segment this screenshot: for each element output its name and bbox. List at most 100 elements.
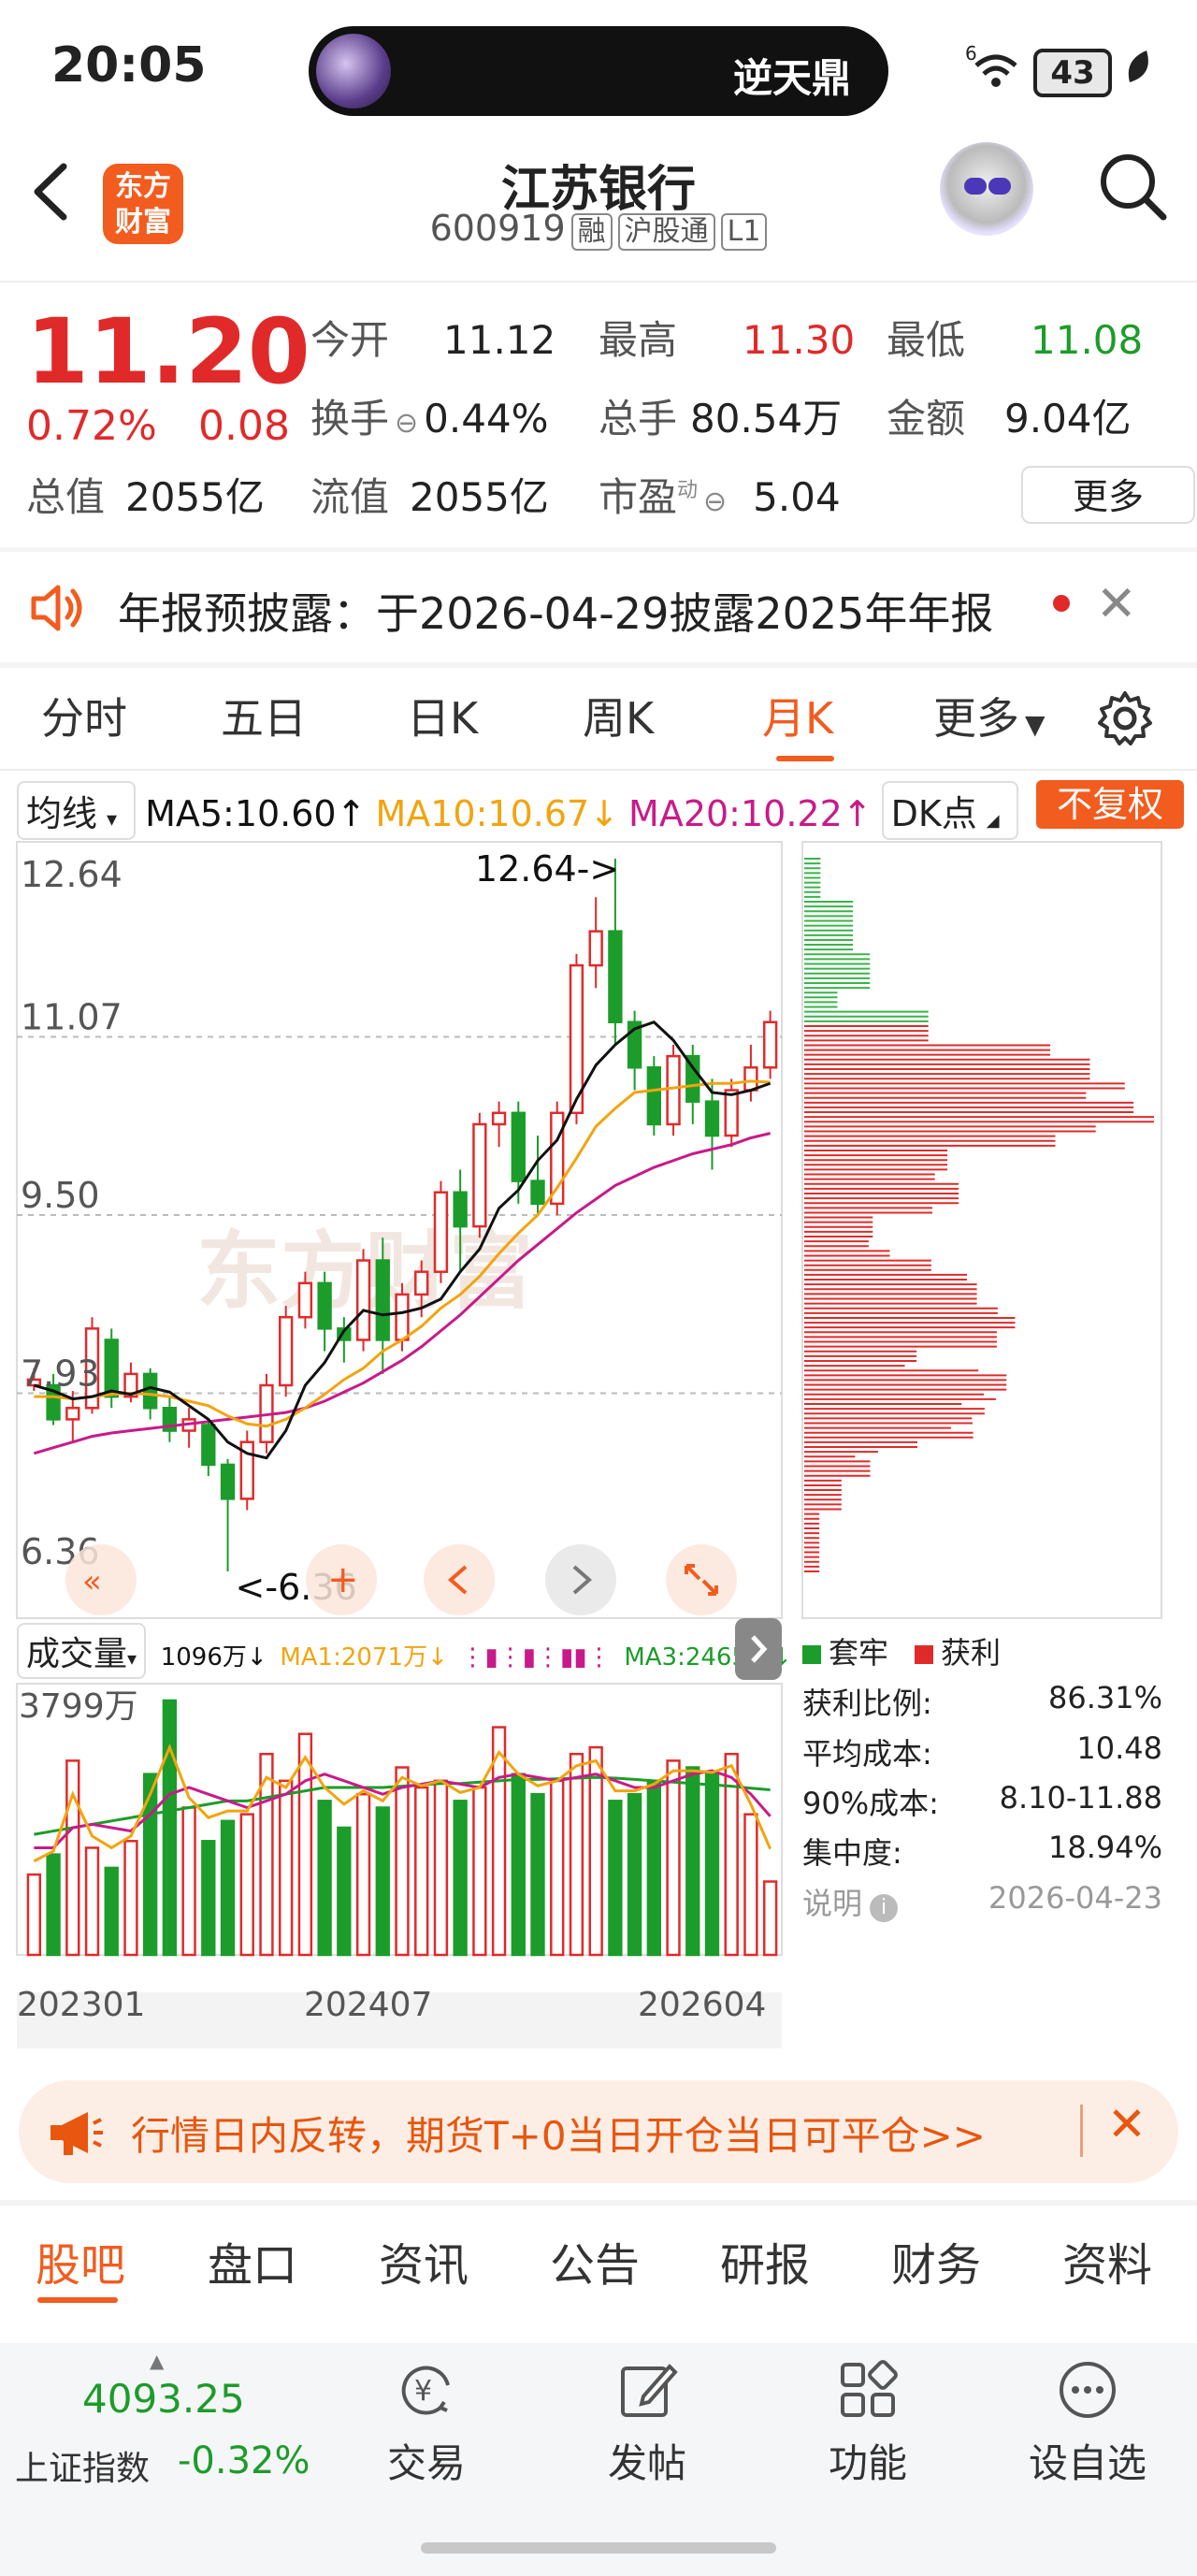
volume-bar [414, 1786, 429, 1957]
search-icon[interactable] [1096, 150, 1171, 224]
dk-point-selector[interactable]: DK点 ◢ [881, 781, 1018, 840]
chevron-right-icon [751, 1635, 768, 1663]
promo-text[interactable]: 行情日内反转，期货T+0当日开仓当日可平仓>> [131, 2105, 986, 2162]
tab-weekly-k[interactable]: 周K [583, 685, 654, 746]
index-name[interactable]: 上证指数 [15, 2441, 150, 2490]
candle-body [375, 1259, 390, 1341]
legend-expand-button[interactable] [735, 1618, 782, 1680]
zoom-out-control[interactable]: « [65, 1544, 137, 1615]
volume-bar [646, 1779, 662, 1957]
tab-daily-k[interactable]: 日K [407, 685, 478, 746]
yuan-exchange-icon[interactable]: ¥ [394, 2357, 459, 2423]
tab-more[interactable]: 更多 ▼ [933, 685, 1046, 746]
assistant-avatar[interactable] [940, 142, 1033, 236]
candle-body [297, 1281, 313, 1319]
candle-body [317, 1281, 332, 1330]
tab-announcements[interactable]: 公告 [550, 2228, 640, 2294]
price-axis-label: 11.07 [21, 997, 123, 1038]
indicator-selector[interactable]: 均线 ▾ [17, 781, 137, 840]
tab-orderbook[interactable]: 盘口 [208, 2228, 297, 2294]
volume-current: 1096万↓ [160, 1643, 267, 1672]
nav-post[interactable]: 发帖 [572, 2432, 722, 2489]
home-indicator[interactable] [421, 2542, 776, 2554]
nav-trade[interactable]: 交易 [352, 2432, 501, 2489]
price-axis-labels: 12.6411.079.507.936.36 [21, 854, 123, 1572]
more-quote-button[interactable]: 更多 [1021, 466, 1195, 524]
index-value[interactable]: 4093.25 [82, 2376, 245, 2422]
scroll-right-control[interactable] [545, 1544, 616, 1615]
tab-finance[interactable]: 财务 [891, 2228, 981, 2294]
candle-body [104, 1339, 119, 1398]
volume-bar [511, 1773, 526, 1957]
volume-bar [220, 1819, 236, 1957]
volume-max-label: 3799万 [19, 1687, 138, 1726]
volume-bar [201, 1840, 216, 1957]
tab-profile[interactable]: 资料 [1062, 2228, 1152, 2294]
volume-bars-layer [26, 1699, 778, 1957]
nav-functions[interactable]: 功能 [793, 2432, 943, 2489]
candle-body [743, 1066, 758, 1092]
volume-bar [317, 1800, 332, 1957]
volume-bar [26, 1873, 42, 1957]
volume-indicator-selector[interactable]: 成交量▾ [17, 1623, 147, 1679]
volume-bar [762, 1880, 778, 1957]
x-label-end: 202604 [638, 1986, 766, 2024]
info-icon: ⊖ [703, 485, 728, 518]
ma5-value: MA5:10.60↑ [145, 793, 367, 834]
change-amount: 0.08 [198, 402, 290, 450]
more-icon[interactable] [1055, 2357, 1120, 2423]
settings-icon[interactable] [1094, 687, 1156, 753]
adjust-mode-button[interactable]: 不复权 [1036, 780, 1184, 829]
tab-five-day[interactable]: 五日 [221, 685, 307, 746]
volume-bar [666, 1759, 681, 1957]
ma10-value: MA10:10.67↓ [375, 793, 620, 834]
dynamic-island[interactable]: 逆天鼎 [309, 26, 888, 116]
speaker-icon [28, 578, 88, 638]
fullscreen-control[interactable] [666, 1544, 737, 1615]
chip-distribution-bars [804, 858, 1154, 1572]
close-icon[interactable]: ✕ [1107, 2097, 1147, 2151]
tab-intraday[interactable]: 分时 [41, 685, 127, 746]
robot-eye-right [988, 178, 1011, 195]
ma20-value: MA20:10.22↑ [628, 793, 873, 834]
candle-body [142, 1372, 158, 1410]
quote-float-value: 流值 2055亿 [310, 474, 549, 520]
apps-icon[interactable] [835, 2357, 901, 2423]
volume-bar [685, 1766, 700, 1957]
volume-bar [395, 1766, 410, 1957]
nav-add-watchlist[interactable]: 设自选 [1013, 2432, 1162, 2489]
notice-unread-dot [1053, 595, 1070, 612]
candle-body [433, 1191, 449, 1273]
header-divider [0, 281, 1197, 282]
candle-body [279, 1315, 294, 1387]
robot-eye-left [964, 178, 987, 195]
scroll-left-control[interactable] [424, 1544, 495, 1615]
volume-bar [297, 1732, 313, 1957]
edit-icon[interactable] [615, 2357, 681, 2423]
chip-note[interactable]: 说明 i 2026-04-23 [802, 1880, 1162, 1923]
volume-bar [550, 1779, 565, 1957]
notice-text[interactable]: 年报预披露：于2026-04-29披露2025年年报 [118, 580, 993, 642]
svg-text:¥: ¥ [414, 2375, 432, 2408]
x-label-start: 202301 [17, 1986, 145, 2024]
zoom-in-control[interactable]: + [306, 1544, 377, 1615]
index-change[interactable]: -0.32% [178, 2439, 310, 2482]
double-left-icon: « [82, 1563, 102, 1600]
price-axis-label: 7.93 [21, 1353, 100, 1395]
quote-amount: 金额 9.04亿 [887, 396, 1132, 441]
quote-low: 最低 11.08 [887, 317, 1144, 363]
candle-body [511, 1111, 526, 1182]
volume-bar [743, 1813, 758, 1957]
signal-label: 6 [965, 45, 977, 65]
chevron-up-icon[interactable]: ▲ [150, 2350, 164, 2372]
tab-guba[interactable]: 股吧 [36, 2228, 125, 2294]
candle-body [588, 930, 603, 967]
tab-news[interactable]: 资讯 [379, 2228, 469, 2294]
chip-legend: 套牢 获利 [802, 1629, 1001, 1672]
tab-monthly-k[interactable]: 月K [762, 685, 833, 746]
close-icon[interactable]: ✕ [1096, 576, 1137, 632]
tab-research[interactable]: 研报 [720, 2228, 810, 2294]
tab-active-indicator [776, 756, 834, 761]
last-price: 11.20 [26, 299, 310, 404]
chip-90-cost: 90%成本: 8.10-11.88 [802, 1780, 1162, 1821]
